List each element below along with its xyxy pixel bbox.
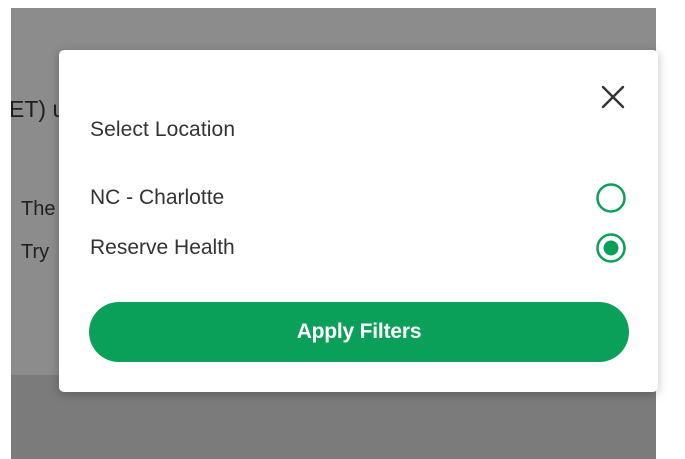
radio-unselected[interactable] xyxy=(596,183,626,213)
background-text-line: The xyxy=(21,198,56,220)
location-filter-modal: Select Location NC - Charlotte Reserve H… xyxy=(59,50,658,392)
background-heading: ET) u xyxy=(11,96,66,122)
location-option-nc-charlotte[interactable]: NC - Charlotte xyxy=(90,181,630,215)
location-option-label: Reserve Health xyxy=(90,236,235,259)
apply-filters-button[interactable]: Apply Filters xyxy=(89,302,629,362)
radio-selected[interactable] xyxy=(596,233,626,263)
location-option-label: NC - Charlotte xyxy=(90,186,225,209)
background-text-line: Try xyxy=(21,241,50,263)
location-option-reserve-health[interactable]: Reserve Health xyxy=(90,231,630,265)
close-icon xyxy=(601,85,625,109)
close-button[interactable] xyxy=(599,83,627,111)
modal-title: Select Location xyxy=(90,118,236,141)
